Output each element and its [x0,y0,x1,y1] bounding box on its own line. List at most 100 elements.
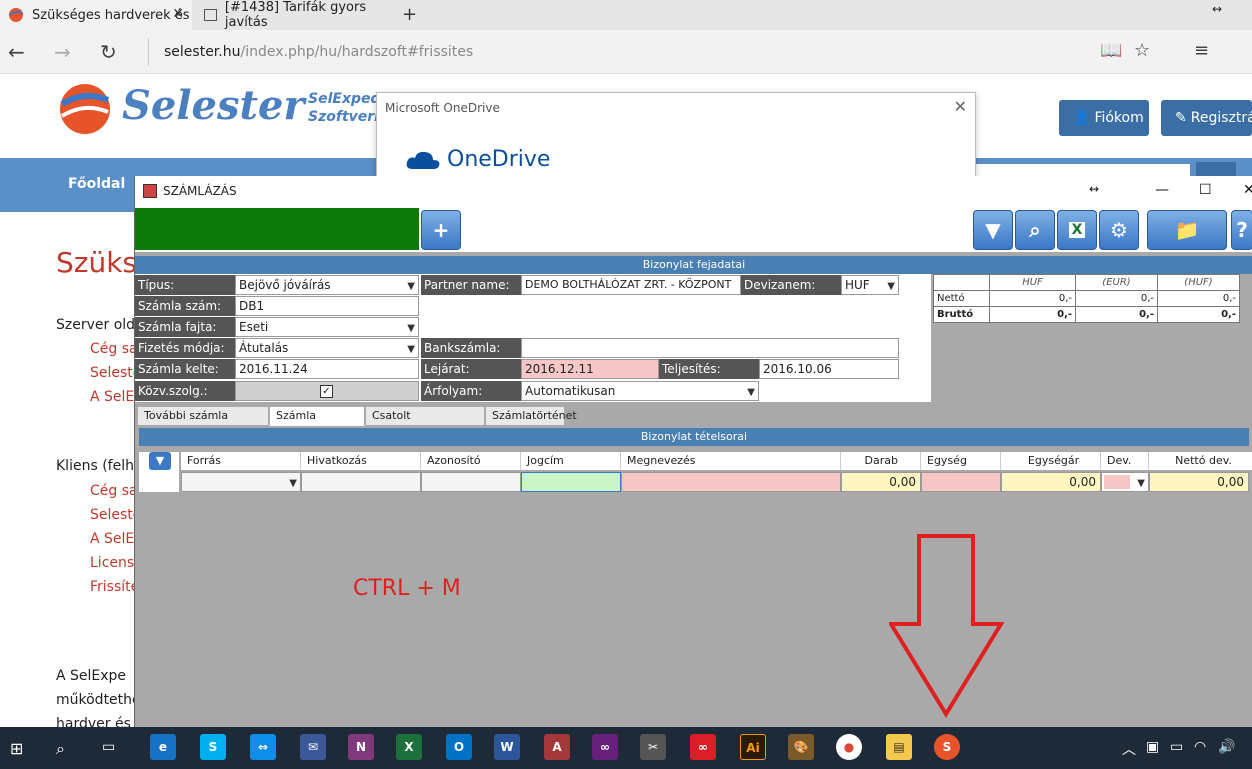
browser-tab[interactable]: [#1438] Tarifák gyors javítás [196,0,396,30]
add-folder-button[interactable]: 📁 [1147,210,1227,250]
server-link[interactable]: Cég sa [90,341,138,357]
col-header-unit-price[interactable]: Egységár [1001,452,1101,470]
access-icon[interactable]: A [544,734,570,760]
invoice-no-field[interactable]: DB1 [235,296,419,316]
folder-add-icon: 📁 [1174,218,1200,242]
edge-icon[interactable]: e [150,734,176,760]
onenote-icon[interactable]: N [348,734,374,760]
url-field[interactable]: selester.hu/index.php/hu/hardszoft#friss… [164,44,473,60]
skype-icon[interactable]: S [200,734,226,760]
reading-view-icon[interactable]: 📖 [1100,40,1122,61]
tab-invoice-lines[interactable]: Számla tételsorok [269,406,365,440]
volume-icon[interactable]: 🔊 [1218,739,1235,755]
col-header-source[interactable]: Forrás [181,452,301,470]
name-cell[interactable] [621,472,841,492]
public-service-checkbox-field[interactable]: ✓ [235,381,419,401]
id-cell[interactable] [421,472,521,492]
reference-cell[interactable] [301,472,421,492]
settings-button[interactable]: ⚙ [1099,210,1139,250]
col-header-qty[interactable]: Darab [841,452,921,470]
site-logo-text[interactable]: Selester [122,82,305,129]
help-button[interactable]: ? [1231,210,1252,250]
chrome-icon[interactable]: ● [836,734,862,760]
col-header-reference[interactable]: Hivatkozás [301,452,421,470]
fulfil-date-field[interactable]: 2016.10.06 [759,359,899,379]
add-button[interactable]: + [421,210,461,250]
type-select[interactable]: Bejövő jóváírás ▼ [235,275,419,295]
col-header-unit[interactable]: Egység [921,452,1001,470]
word-icon[interactable]: W [494,734,520,760]
back-button[interactable]: ← [8,40,25,64]
selester-app-icon[interactable]: S [934,734,960,760]
wifi-icon[interactable]: ◠ [1194,739,1206,755]
rate-select[interactable]: Automatikusan ▼ [521,381,759,401]
type-label: Típus: [135,275,235,295]
windows-start-icon[interactable]: ⊞ [10,739,23,758]
source-select[interactable]: ▼ [181,472,301,492]
creative-cloud-icon[interactable]: ∞ [690,734,716,760]
new-tab-button[interactable]: + [402,4,417,25]
thunderbird-icon[interactable]: ✉ [300,734,326,760]
hub-icon[interactable]: ≡ [1194,40,1209,61]
excel-export-button[interactable]: X [1057,210,1097,250]
currency-cell[interactable]: ▼ [1101,472,1149,492]
payment-select[interactable]: Átutalás ▼ [235,338,419,358]
task-view-icon[interactable]: ▭ [102,739,115,755]
visual-studio-icon[interactable]: ∞ [592,734,618,760]
search-button[interactable]: ⌕ [1015,210,1055,250]
client-link[interactable]: Cég sa [90,483,138,499]
tray-app-icon[interactable]: ▣ [1146,739,1159,755]
favorite-star-icon[interactable]: ☆ [1134,40,1150,61]
excel-icon[interactable]: X [396,734,422,760]
close-icon[interactable]: ✕ [954,97,967,116]
minimize-button[interactable]: — [1155,182,1169,198]
body-text: működtethe [56,692,141,708]
tab-attachments[interactable]: Csatolt dokumentumok [365,406,485,440]
due-date-field[interactable]: 2016.12.11 [521,359,659,379]
unit-price-cell[interactable]: 0,00 [1001,472,1101,492]
unit-cell[interactable] [921,472,1001,492]
file-explorer-icon[interactable]: ▤ [886,734,912,760]
illustrator-icon[interactable]: Ai [740,734,766,760]
col-header-net[interactable]: Nettó dev. [1149,452,1252,470]
search-icon[interactable]: ⌕ [56,739,65,759]
close-tab-icon[interactable]: ✕ [172,6,184,22]
checkbox-checked-icon[interactable]: ✓ [320,385,333,398]
filter-button[interactable]: ▼ [973,210,1013,250]
nav-home[interactable]: Főoldal [68,176,125,192]
teamviewer-icon[interactable]: ⇔ [250,734,276,760]
grid-filter-button[interactable]: ▼ [149,452,171,470]
close-button[interactable]: ✕ [1243,182,1252,198]
client-link[interactable]: Frissíté [90,579,139,595]
net-cell[interactable]: 0,00 [1149,472,1249,492]
table-header-cell: (EUR) [1075,274,1158,291]
account-button[interactable]: 👤 Fiókom [1059,100,1149,136]
browser-tab-active[interactable]: Szükséges hardverek és ✕ [0,0,192,30]
outlook-icon[interactable]: O [446,734,472,760]
table-cell: 0,- [1075,306,1158,323]
tab-extra-header[interactable]: További számla fejadatok [137,406,269,440]
invoice-kind-select[interactable]: Eseti ▼ [235,317,419,337]
register-button[interactable]: ✎Regisztrác [1161,100,1252,136]
category-cell[interactable] [521,472,621,492]
client-label: Kliens (felha [56,458,143,474]
tab-history[interactable]: Számlatörténet [485,406,577,426]
refresh-button[interactable]: ↻ [100,40,117,64]
battery-icon[interactable]: ▭ [1170,739,1183,755]
col-header-category[interactable]: Jogcím [521,452,621,470]
col-header-name[interactable]: Megnevezés [621,452,841,470]
chevron-down-icon: ▼ [887,281,895,292]
issue-date-field[interactable]: 2016.11.24 [235,359,419,379]
col-header-currency[interactable]: Dev. [1101,452,1149,470]
partner-field[interactable]: DEMO BOLTHÁLÓZAT ZRT. - KÖZPONT [521,275,741,295]
maximize-button[interactable]: ☐ [1199,182,1212,198]
tray-chevron-up-icon[interactable]: ︿ [1122,739,1136,759]
tools-icon[interactable]: ✂ [640,734,666,760]
paint-icon[interactable]: 🎨 [788,734,814,760]
col-header-id[interactable]: Azonosító [421,452,521,470]
qty-cell[interactable]: 0,00 [841,472,921,492]
bank-field[interactable] [521,338,899,358]
partner-label: Partner name: [421,275,521,295]
currency-select[interactable]: HUF ▼ [841,275,899,295]
forward-button[interactable]: → [54,40,71,64]
